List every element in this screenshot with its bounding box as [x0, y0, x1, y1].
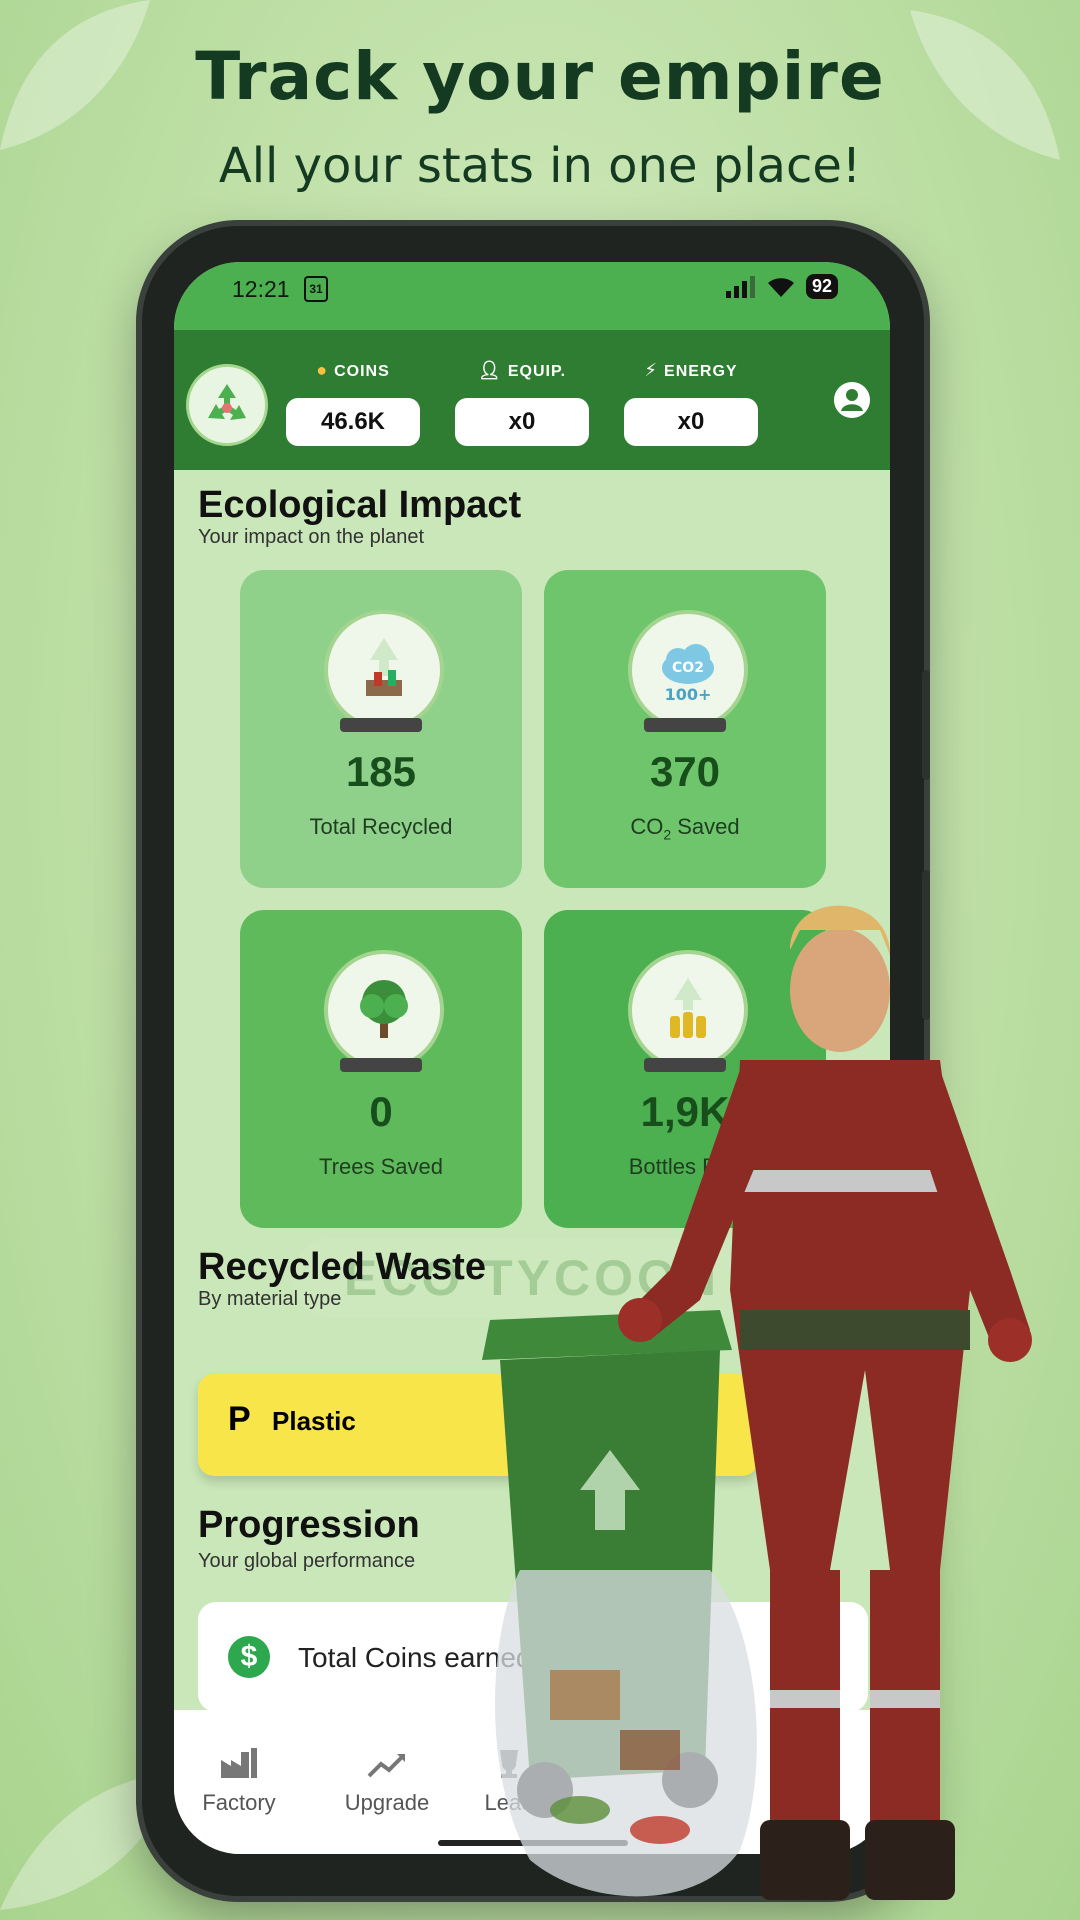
- svg-text:100+: 100+: [665, 685, 712, 704]
- total-recycled-value: 185: [345, 748, 417, 795]
- nav-factory-label: Factory: [202, 1790, 276, 1815]
- recycled-title: Recycled Waste: [198, 1246, 486, 1288]
- impact-subtitle: Your impact on the planet: [198, 526, 425, 548]
- plastic-name: Plastic: [272, 1406, 356, 1436]
- recycle-items-icon: [324, 610, 444, 730]
- calendar-icon: 31: [304, 276, 328, 302]
- worker-mascot-illustration: [482, 905, 1032, 1900]
- energy-stat[interactable]: ⚡︎ ENERGY x0: [624, 360, 758, 446]
- equip-value: x0: [455, 398, 589, 446]
- nav-upgrade-label: Upgrade: [344, 1790, 430, 1815]
- progression-subtitle: Your global performance: [198, 1550, 416, 1572]
- trending-up-icon: [367, 1754, 405, 1778]
- bolt-icon: ⚡︎: [644, 360, 659, 380]
- co2-saved-value: 370: [649, 748, 721, 795]
- co2-saved-label: CO2 Saved: [630, 814, 740, 843]
- profile-icon[interactable]: [834, 382, 870, 418]
- nav-upgrade[interactable]: Upgrade: [322, 1740, 452, 1816]
- co2-cloud-icon: CO2 100+: [628, 610, 748, 730]
- promo-title: Track your empire: [195, 38, 885, 115]
- status-bar: 12:21 31 92: [174, 262, 890, 330]
- card-co2-saved[interactable]: CO2 100+ 370 CO2 Saved: [544, 570, 826, 888]
- recycle-icon: [208, 384, 246, 420]
- money-bag-icon: ●: [316, 360, 329, 380]
- plastic-letter: P: [228, 1400, 251, 1438]
- person-icon: 👤︎: [477, 360, 502, 380]
- app-logo[interactable]: [186, 364, 268, 446]
- equip-stat[interactable]: 👤︎ EQUIP. x0: [455, 360, 589, 446]
- wifi-icon: [767, 277, 794, 297]
- trash-bag-icon: [495, 1570, 757, 1897]
- tree-icon: [324, 950, 444, 1070]
- progression-title: Progression: [198, 1504, 420, 1546]
- nav-factory[interactable]: Factory: [174, 1740, 304, 1816]
- recycled-subtitle: By material type: [198, 1288, 342, 1310]
- total-recycled-label: Total Recycled: [309, 814, 453, 839]
- svg-text:CO2: CO2: [672, 660, 704, 676]
- phone-side-button: [922, 670, 930, 780]
- impact-title: Ecological Impact: [198, 484, 522, 526]
- factory-icon: [221, 1748, 257, 1778]
- coins-stat[interactable]: ● COINS 46.6K: [286, 360, 420, 446]
- signal-icon: [725, 275, 755, 298]
- app-header: ● COINS 46.6K 👤︎ EQUIP. x0 ⚡︎ ENERGY x0: [174, 330, 890, 470]
- status-time: 12:21: [232, 276, 290, 302]
- energy-value: x0: [624, 398, 758, 446]
- coins-label: COINS: [334, 363, 390, 380]
- account-icon: [834, 382, 870, 418]
- coins-value: 46.6K: [286, 398, 420, 446]
- dollar-icon: $: [228, 1636, 270, 1678]
- energy-label: ENERGY: [664, 363, 738, 380]
- equip-label: EQUIP.: [507, 363, 567, 380]
- battery-indicator: 92: [805, 274, 838, 299]
- promo-subtitle: All your stats in one place!: [218, 138, 862, 194]
- card-total-recycled[interactable]: 185 Total Recycled: [240, 570, 522, 888]
